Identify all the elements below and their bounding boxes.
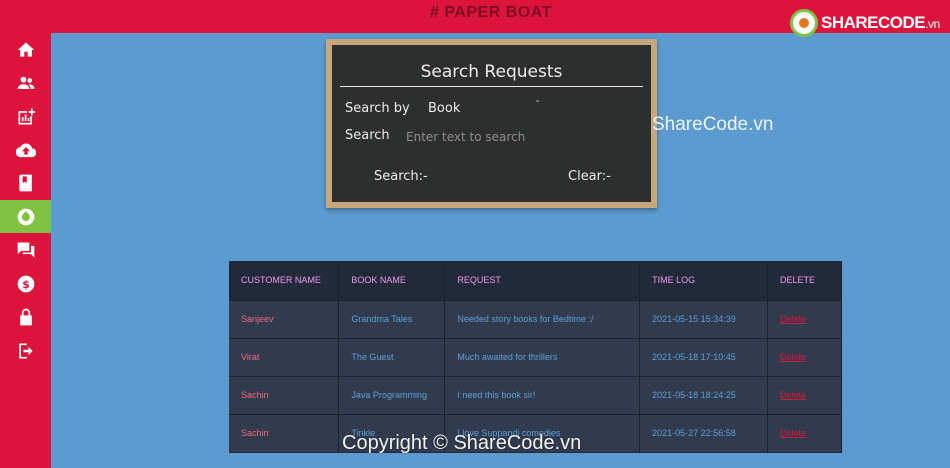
delete-cell: Delete xyxy=(767,337,842,376)
sharecode-logo: SHARECODE.vn xyxy=(790,9,940,37)
search-input[interactable] xyxy=(406,127,556,147)
delete-cell: Delete xyxy=(767,299,842,338)
sidebar-item-reports[interactable] xyxy=(0,100,51,133)
sidebar-item-payments[interactable]: $ xyxy=(0,267,51,300)
logout-icon xyxy=(18,343,33,358)
chart-add-icon xyxy=(18,108,35,124)
sidebar-item-upload[interactable] xyxy=(0,133,51,166)
watermark-text: ShareCode.vn xyxy=(652,114,774,135)
requests-table: CUSTOMER NAME BOOK NAME REQUEST TIME LOG… xyxy=(229,261,842,453)
delete-link[interactable]: Delete xyxy=(780,352,806,362)
table-header-row: CUSTOMER NAME BOOK NAME REQUEST TIME LOG… xyxy=(229,261,842,300)
search-button[interactable]: Search:- xyxy=(374,169,428,184)
home-icon xyxy=(17,42,34,57)
sidebar-item-requests[interactable] xyxy=(0,200,51,233)
book-cell: The Guest xyxy=(338,337,446,376)
time-cell: 2021-05-18 17:10:45 xyxy=(639,337,769,376)
sidebar-item-books[interactable] xyxy=(0,166,51,199)
search-panel: Search Requests Search by Book ˇ Search … xyxy=(326,39,657,208)
lock-icon xyxy=(19,308,32,325)
customer-cell: Sachin xyxy=(229,413,340,452)
table-row: Sachin Java Programming I need this book… xyxy=(229,375,842,414)
logo-text: SHARECODE xyxy=(821,13,926,32)
table-row: Sanjeev Grandma Tales Needed story books… xyxy=(229,299,842,338)
col-header-customer: CUSTOMER NAME xyxy=(229,261,340,300)
chevron-down-icon[interactable]: ˇ xyxy=(535,100,540,111)
customer-cell: Virat xyxy=(229,337,340,376)
request-cell: Needed story books for Bedtime :/ xyxy=(444,299,641,338)
upload-icon xyxy=(15,143,36,157)
time-cell: 2021-05-27 22:56:58 xyxy=(639,413,769,452)
logo-suffix: .vn xyxy=(925,17,940,31)
time-cell: 2021-05-18 18:24:25 xyxy=(639,375,769,414)
brand-title: # PAPER BOAT xyxy=(430,4,552,21)
sidebar-item-users[interactable] xyxy=(0,66,51,99)
users-icon xyxy=(17,76,34,89)
sidebar-item-security[interactable] xyxy=(0,300,51,333)
dollar-icon: $ xyxy=(17,275,34,292)
delete-link[interactable]: Delete xyxy=(780,390,806,400)
requests-icon xyxy=(17,208,34,225)
sidebar-item-messages[interactable] xyxy=(0,233,51,266)
col-header-book: BOOK NAME xyxy=(338,261,446,300)
sidebar-item-logout[interactable] xyxy=(0,334,51,367)
copyright-watermark: Copyright © ShareCode.vn xyxy=(342,432,582,454)
delete-cell: Delete xyxy=(767,413,842,452)
search-by-select[interactable]: Book xyxy=(428,101,460,116)
sidebar-item-home[interactable] xyxy=(0,33,51,66)
col-header-delete: DELETE xyxy=(767,261,842,300)
request-cell: Much awaited for thrillers xyxy=(444,337,641,376)
request-cell: I need this book sir! xyxy=(444,375,641,414)
svg-text:$: $ xyxy=(22,277,30,290)
title-divider xyxy=(340,86,643,87)
book-cell: Grandma Tales xyxy=(338,299,446,338)
sidebar: $ xyxy=(0,33,51,468)
logo-icon xyxy=(790,9,818,37)
customer-cell: Sanjeev xyxy=(229,299,340,338)
top-bar: # PAPER BOAT SHARECODE.vn xyxy=(0,0,950,37)
clear-button[interactable]: Clear:- xyxy=(568,169,611,184)
search-by-label: Search by xyxy=(345,101,410,116)
customer-cell: Sachin xyxy=(229,375,340,414)
col-header-request: REQUEST xyxy=(444,261,641,300)
chat-icon xyxy=(17,242,34,257)
table-row: Virat The Guest Much awaited for thrille… xyxy=(229,337,842,376)
delete-cell: Delete xyxy=(767,375,842,414)
book-cell: Java Programming xyxy=(338,375,446,414)
col-header-time: TIME LOG xyxy=(639,261,769,300)
search-label: Search xyxy=(345,128,390,143)
delete-link[interactable]: Delete xyxy=(780,428,806,438)
time-cell: 2021-05-15 15:34:39 xyxy=(639,299,769,338)
book-icon xyxy=(18,174,32,191)
search-panel-title: Search Requests xyxy=(420,62,563,82)
delete-link[interactable]: Delete xyxy=(780,314,806,324)
